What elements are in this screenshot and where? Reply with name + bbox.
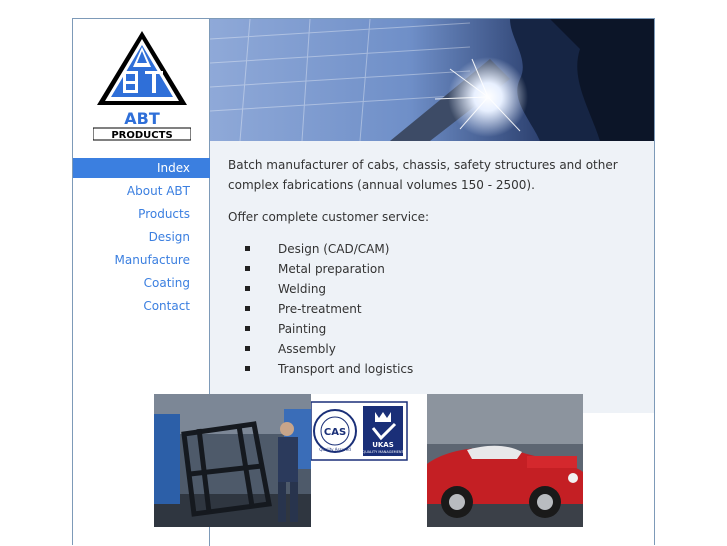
cas-label: CAS <box>324 427 346 438</box>
service-label: Pre-treatment <box>278 302 362 316</box>
square-bullet-icon <box>245 326 250 331</box>
cas-ring-text: Quality Assured <box>319 447 351 452</box>
nav-item-about-abt[interactable]: About ABT <box>73 181 210 201</box>
square-bullet-icon <box>245 366 250 371</box>
nav-item-contact[interactable]: Contact <box>73 296 210 316</box>
cab-frame-photo <box>154 394 311 527</box>
photo-strip: CAS Quality Assured UKAS QUALITY MANAGEM… <box>154 394 583 527</box>
service-label: Transport and logistics <box>278 362 414 376</box>
square-bullet-icon <box>245 306 250 311</box>
nav-item-index[interactable]: Index <box>73 158 210 178</box>
service-label: Painting <box>278 322 327 336</box>
main-nav: Index About ABT Products Design Manufact… <box>73 158 210 319</box>
square-bullet-icon <box>245 246 250 251</box>
square-bullet-icon <box>245 346 250 351</box>
service-label: Metal preparation <box>278 262 385 276</box>
service-label: Welding <box>278 282 327 296</box>
list-item: Pre-treatment <box>228 299 636 319</box>
list-item: Transport and logistics <box>228 359 636 379</box>
nav-item-products[interactable]: Products <box>73 204 210 224</box>
list-item: Painting <box>228 319 636 339</box>
service-heading: Offer complete customer service: <box>228 210 430 224</box>
list-item: Assembly <box>228 339 636 359</box>
logo-word-abt: ABT <box>124 109 160 128</box>
intro-text: Batch manufacturer of cabs, chassis, saf… <box>228 158 618 192</box>
service-label: Design (CAD/CAM) <box>278 242 390 256</box>
service-label: Assembly <box>278 342 336 356</box>
nav-item-coating[interactable]: Coating <box>73 273 210 293</box>
square-bullet-icon <box>245 286 250 291</box>
abt-products-logo[interactable]: ABT PRODUCTS <box>92 27 192 142</box>
main-content: Batch manufacturer of cabs, chassis, saf… <box>210 141 654 413</box>
nav-item-design[interactable]: Design <box>73 227 210 247</box>
ukas-label: UKAS <box>372 441 394 449</box>
nav-item-manufacture[interactable]: Manufacture <box>73 250 210 270</box>
certification-logos: CAS Quality Assured UKAS QUALITY MANAGEM… <box>311 394 427 527</box>
square-bullet-icon <box>245 266 250 271</box>
list-item: Welding <box>228 279 636 299</box>
red-sports-car-photo <box>427 394 583 527</box>
services-list: Design (CAD/CAM) Metal preparation Weldi… <box>228 239 636 379</box>
list-item: Design (CAD/CAM) <box>228 239 636 259</box>
logo-word-products: PRODUCTS <box>111 130 172 141</box>
list-item: Metal preparation <box>228 259 636 279</box>
ukas-sub: QUALITY MANAGEMENT <box>362 450 404 454</box>
welding-banner-image <box>210 19 654 141</box>
